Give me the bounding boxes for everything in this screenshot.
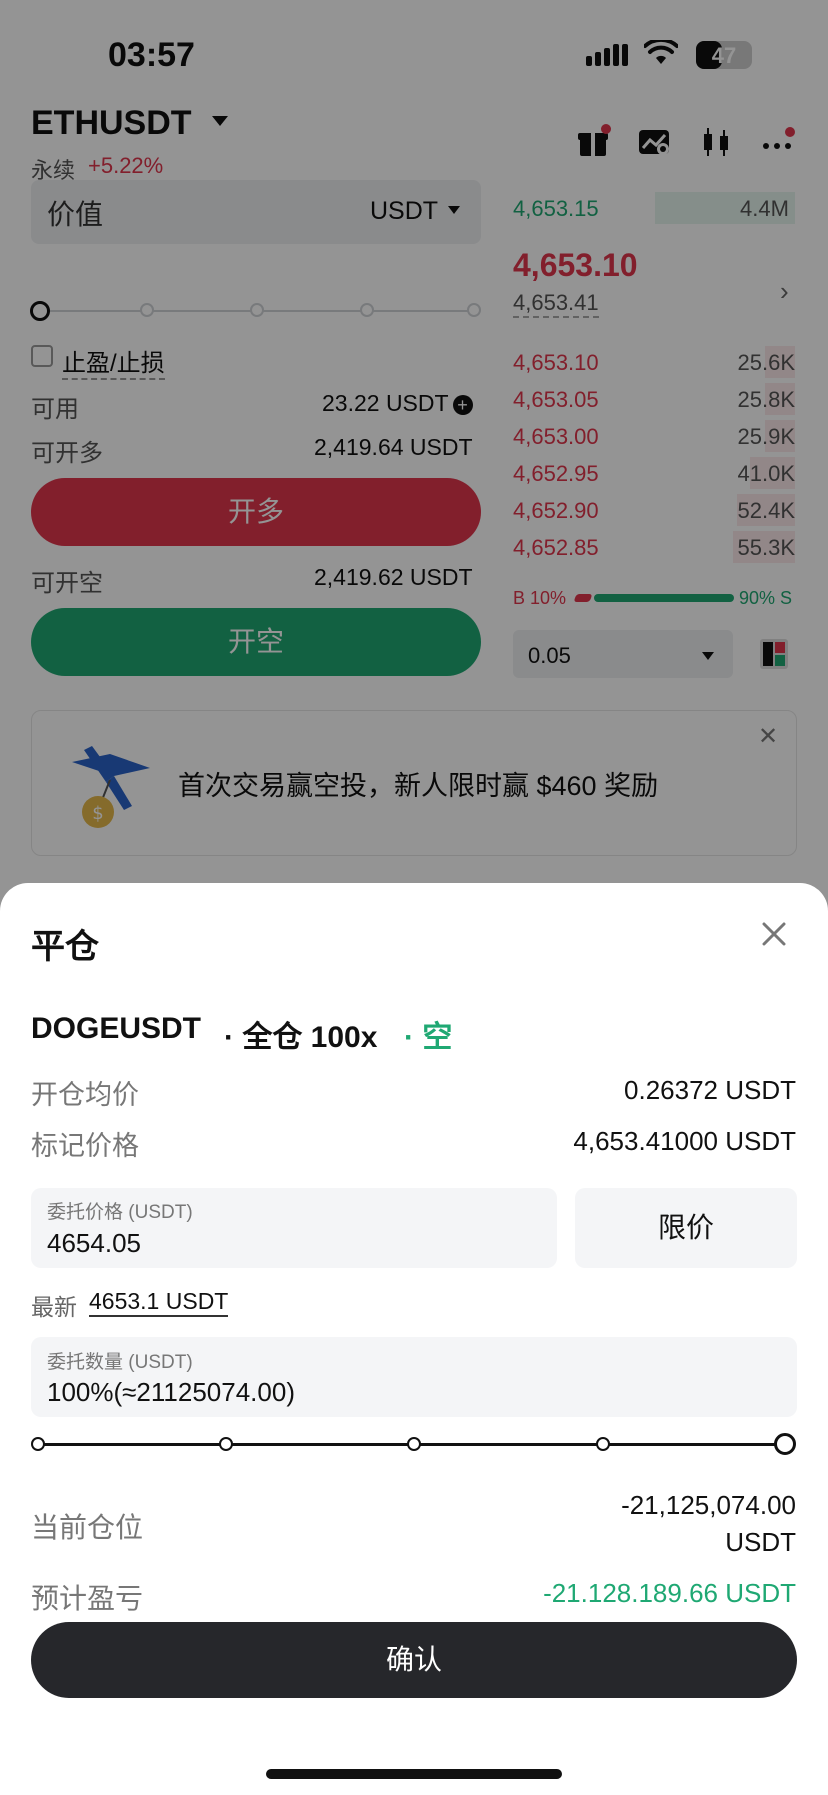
estimated-pnl-label: 预计盈亏 (31, 1583, 144, 1614)
slider-step[interactable] (407, 1437, 421, 1451)
order-qty-label: 委托数量 (USDT) (47, 1352, 193, 1373)
mark-price-value: 4,653.41000 USDT (573, 1126, 796, 1156)
order-qty-input[interactable]: 100%(≈21125074.00) (47, 1377, 295, 1408)
position-side: · 空 (404, 1021, 453, 1054)
order-price-label: 委托价格 (USDT) (47, 1202, 193, 1223)
qty-slider-handle[interactable] (774, 1433, 796, 1455)
confirm-button[interactable]: 确认 (31, 1622, 797, 1698)
latest-price-link[interactable]: 4653.1 USDT (89, 1288, 229, 1317)
position-symbol: DOGEUSDT (31, 1012, 202, 1045)
order-type-button[interactable]: 限价 (575, 1188, 797, 1268)
estimated-pnl-value: -21.128.189.66 USDT (543, 1578, 796, 1608)
close-icon[interactable] (760, 920, 788, 948)
entry-price-value: 0.26372 USDT (624, 1075, 796, 1105)
mark-price-label: 标记价格 (31, 1131, 139, 1161)
slider-step[interactable] (596, 1437, 610, 1451)
current-position-value: -21,125,074.00 (621, 1490, 796, 1520)
current-position-unit: USDT (725, 1527, 796, 1557)
position-mode: · 全仓 100x (224, 1021, 378, 1054)
slider-step[interactable] (219, 1437, 233, 1451)
slider-step[interactable] (31, 1437, 45, 1451)
entry-price-label: 开仓均价 (31, 1080, 139, 1110)
latest-price-label: 最新 (31, 1294, 77, 1320)
current-position-label: 当前仓位 (31, 1512, 144, 1543)
sheet-title: 平仓 (31, 928, 99, 966)
home-indicator[interactable] (266, 1769, 562, 1779)
order-price-input[interactable]: 4654.05 (47, 1228, 141, 1259)
